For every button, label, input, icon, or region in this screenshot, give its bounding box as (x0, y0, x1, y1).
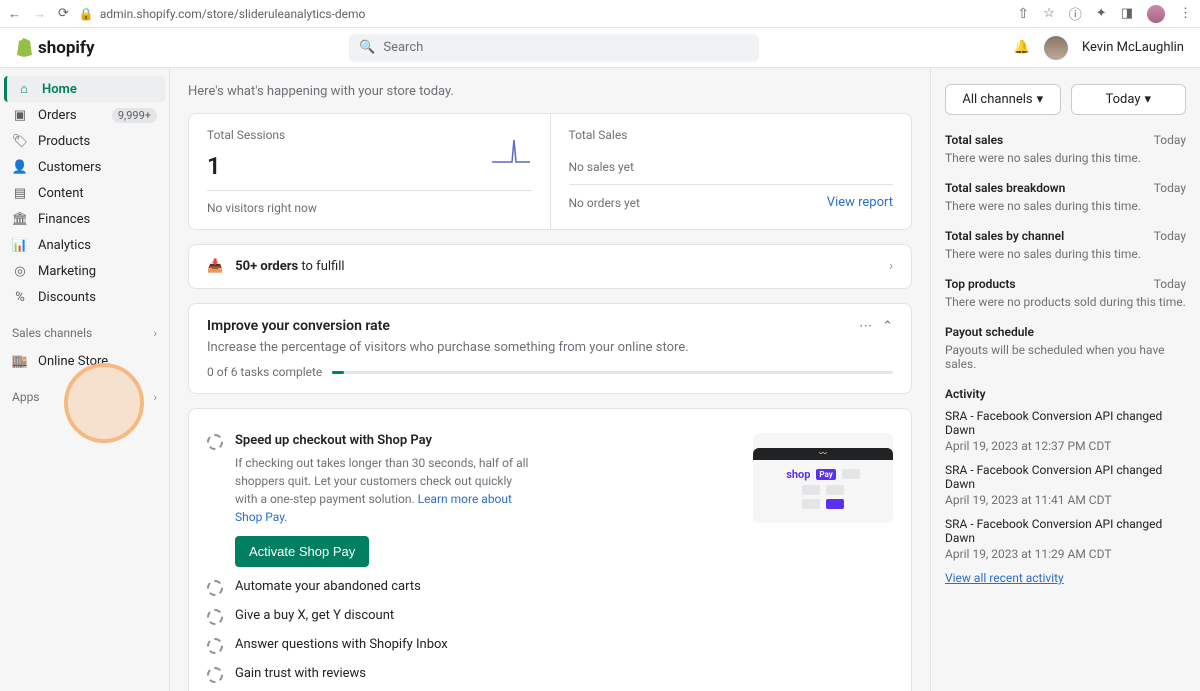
chart-icon: 📊 (12, 237, 28, 253)
channels-filter[interactable]: All channels ▾ (945, 84, 1061, 115)
task-checkbox[interactable] (207, 609, 223, 625)
task-checkbox[interactable] (207, 638, 223, 654)
forward-icon[interactable]: → (33, 6, 46, 22)
sidebar-section-sales[interactable]: Sales channels› (0, 318, 169, 348)
sidebar-item-products[interactable]: 🏷Products (0, 128, 169, 154)
task-row[interactable]: Gain trust with reviews (207, 660, 893, 689)
task-row[interactable]: Give a buy X, get Y discount (207, 602, 893, 631)
sidebar-item-content[interactable]: ▤Content (0, 180, 169, 206)
chevron-right-icon: › (889, 259, 893, 274)
task-row[interactable]: Speed up checkout with Shop Pay If check… (207, 427, 893, 573)
task-checkbox[interactable] (207, 667, 223, 683)
sessions-label: Total Sessions (207, 128, 532, 142)
app-top-bar: shopify 🔍 Search 🔔 Kevin McLaughlin (0, 28, 1200, 68)
view-all-activity-link[interactable]: View all recent activity (945, 571, 1186, 585)
fulfill-card[interactable]: 📥 50+ orders to fulfill › (188, 244, 912, 289)
view-report-link[interactable]: View report (827, 195, 893, 210)
url-text: admin.shopify.com/store/slideruleanalyti… (100, 7, 365, 21)
tasks-card: Speed up checkout with Shop Pay If check… (188, 408, 912, 691)
person-icon: 👤 (12, 159, 28, 175)
activity-item: SRA - Facebook Conversion API changed Da… (945, 463, 1186, 507)
caret-down-icon: ▾ (1037, 92, 1044, 107)
orders-badge: 9,999+ (112, 108, 157, 123)
home-icon: ⌂ (16, 81, 32, 97)
search-icon: 🔍 (359, 40, 375, 55)
rp-by-channel: Total sales by channelTodayThere were no… (945, 229, 1186, 261)
task-checkbox[interactable] (207, 580, 223, 596)
main-content: Here's what's happening with your store … (170, 68, 930, 691)
task-desc: If checking out takes longer than 30 sec… (235, 454, 535, 526)
stats-card: Total Sessions 1 No visitors right now T… (188, 113, 912, 230)
progress-text: 0 of 6 tasks complete (207, 365, 322, 379)
reload-icon[interactable]: ⟳ (58, 6, 69, 22)
progress-bar (332, 371, 893, 374)
shop-pay-illustration: 〰 shopPay (753, 433, 893, 523)
rp-breakdown: Total sales breakdownTodayThere were no … (945, 181, 1186, 213)
rp-activity: Activity SRA - Facebook Conversion API c… (945, 387, 1186, 585)
rp-top-products: Top productsTodayThere were no products … (945, 277, 1186, 309)
sidebar: ⌂Home ▣Orders9,999+ 🏷Products 👤Customers… (0, 68, 170, 691)
tag-icon: 🏷 (12, 133, 28, 149)
discount-icon: % (12, 289, 28, 305)
shopify-logo[interactable]: shopify (16, 38, 95, 58)
task-row[interactable]: Automate your abandoned carts (207, 573, 893, 602)
sidebar-item-finances[interactable]: 🏛Finances (0, 206, 169, 232)
sessions-sub: No visitors right now (207, 201, 532, 215)
panel-icon[interactable]: ◨ (1121, 6, 1133, 21)
kebab-icon[interactable]: ⋮ (1179, 6, 1192, 21)
browser-chrome-bar: ← → ⟳ 🔒 admin.shopify.com/store/sliderul… (0, 0, 1200, 28)
sidebar-item-orders[interactable]: ▣Orders9,999+ (0, 102, 169, 128)
greeting-text: Here's what's happening with your store … (188, 84, 912, 99)
sales-empty: No sales yet (569, 160, 894, 174)
bell-icon[interactable]: 🔔 (1014, 40, 1030, 55)
star-icon[interactable]: ☆ (1043, 6, 1055, 21)
sidebar-item-analytics[interactable]: 📊Analytics (0, 232, 169, 258)
target-icon: ◎ (12, 263, 28, 279)
chevron-up-icon[interactable]: ⌃ (882, 319, 893, 334)
sales-label: Total Sales (569, 128, 894, 142)
browser-profile-avatar[interactable] (1147, 5, 1165, 23)
lock-icon: 🔒 (79, 7, 94, 21)
orders-icon: ▣ (12, 107, 28, 123)
chevron-right-icon: › (153, 326, 157, 340)
sessions-value: 1 (207, 152, 532, 180)
chevron-right-icon: › (153, 390, 157, 404)
orders-empty: No orders yet (569, 196, 640, 210)
inbox-icon: 📥 (207, 259, 223, 274)
sidebar-item-discounts[interactable]: %Discounts (0, 284, 169, 310)
caret-down-icon: ▾ (1144, 92, 1151, 107)
task-title: Speed up checkout with Shop Pay (235, 433, 741, 448)
activate-shop-pay-button[interactable]: Activate Shop Pay (235, 536, 369, 567)
share-icon[interactable]: ⇧ (1017, 6, 1029, 22)
bank-icon: 🏛 (12, 211, 28, 227)
sessions-sparkline (490, 134, 532, 166)
improve-desc: Increase the percentage of visitors who … (207, 340, 893, 355)
back-icon[interactable]: ← (8, 6, 21, 22)
rp-payout: Payout schedulePayouts will be scheduled… (945, 325, 1186, 371)
search-input[interactable]: 🔍 Search (349, 34, 759, 62)
sidebar-section-apps[interactable]: Apps› (0, 382, 169, 412)
extension-icon[interactable]: ✦ (1096, 6, 1107, 21)
user-name[interactable]: Kevin McLaughlin (1082, 40, 1184, 55)
date-filter[interactable]: Today ▾ (1071, 84, 1187, 115)
content-icon: ▤ (12, 185, 28, 201)
task-row[interactable]: Answer questions with Shopify Inbox (207, 631, 893, 660)
improve-card: Improve your conversion rate ⋯ ⌃ Increas… (188, 303, 912, 394)
rp-total-sales: Total salesTodayThere were no sales duri… (945, 133, 1186, 165)
right-panel: All channels ▾ Today ▾ Total salesTodayT… (930, 68, 1200, 691)
activity-item: SRA - Facebook Conversion API changed Da… (945, 409, 1186, 453)
sidebar-item-marketing[interactable]: ◎Marketing (0, 258, 169, 284)
task-checkbox[interactable] (207, 434, 223, 450)
activity-item: SRA - Facebook Conversion API changed Da… (945, 517, 1186, 561)
sidebar-item-home[interactable]: ⌂Home (4, 76, 165, 102)
store-icon: 🏬 (12, 353, 28, 369)
sidebar-item-online-store[interactable]: 🏬Online Store (0, 348, 169, 374)
more-icon[interactable]: ⋯ (859, 319, 872, 334)
user-avatar[interactable] (1044, 36, 1068, 60)
sidebar-item-customers[interactable]: 👤Customers (0, 154, 169, 180)
info-icon[interactable]: ⓘ (1069, 4, 1082, 23)
improve-title: Improve your conversion rate (207, 318, 849, 334)
